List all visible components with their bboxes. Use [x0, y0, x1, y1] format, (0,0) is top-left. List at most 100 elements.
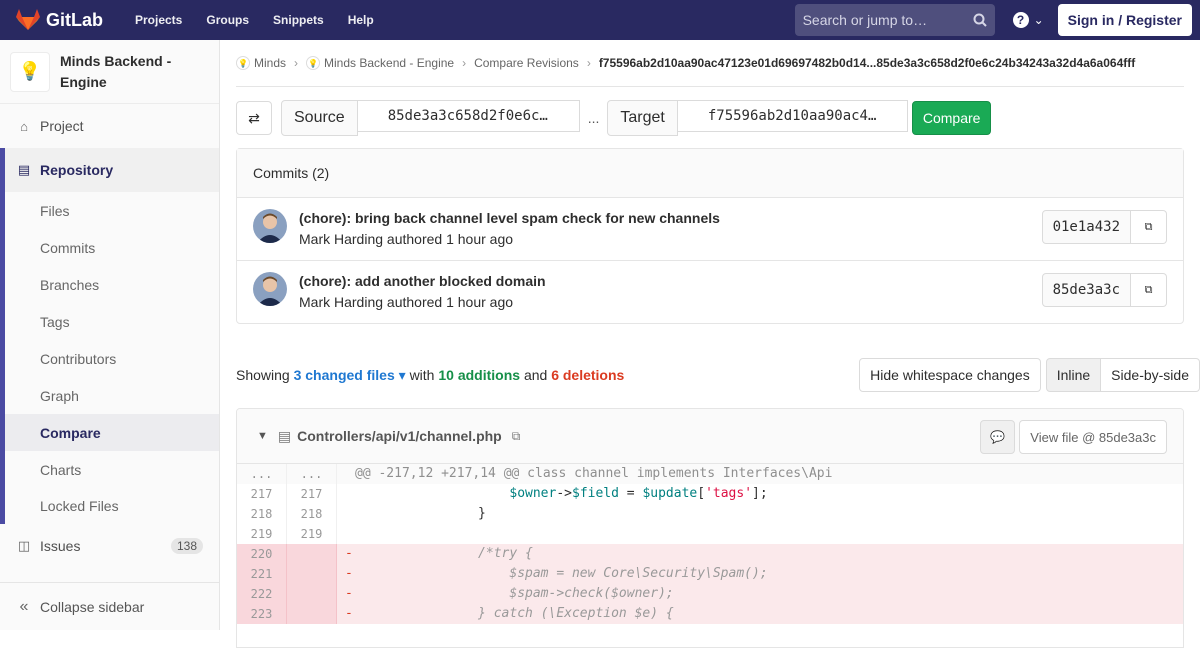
- hide-whitespace-button[interactable]: Hide whitespace changes: [859, 358, 1041, 392]
- breadcrumb-group[interactable]: 💡 Minds: [236, 56, 286, 70]
- line-code: - /*try {: [345, 546, 533, 561]
- project-header[interactable]: 💡 Minds Backend - Engine: [0, 40, 219, 104]
- line-number-old[interactable]: 223: [237, 604, 287, 624]
- sidebar-item-label: Project: [40, 118, 84, 134]
- chevron-right-icon: ›: [586, 56, 591, 70]
- copy-sha-button[interactable]: ⧉: [1131, 273, 1167, 307]
- comment-button[interactable]: 💬: [980, 420, 1016, 454]
- diff-line-removed: 220 - /*try {: [237, 544, 1183, 564]
- sidebar-item-compare[interactable]: Compare: [5, 414, 219, 451]
- file-path[interactable]: Controllers/api/v1/channel.php: [297, 428, 502, 444]
- target-ref-dropdown[interactable]: f75596ab2d10aa90ac4…: [677, 100, 908, 132]
- line-number-old[interactable]: 221: [237, 564, 287, 584]
- line-code: $owner->$field = $update['tags'];: [509, 486, 768, 501]
- chevron-right-icon: ›: [462, 56, 467, 70]
- view-file-button[interactable]: View file @ 85de3a3c: [1019, 420, 1167, 454]
- commit-author[interactable]: Mark Harding: [299, 231, 383, 247]
- line-number-old[interactable]: 220: [237, 544, 287, 564]
- home-icon: ⌂: [20, 118, 28, 134]
- search-placeholder: Search or jump to…: [802, 12, 928, 28]
- swap-revisions-button[interactable]: ⇄: [236, 101, 272, 135]
- line-number-new[interactable]: ...: [287, 464, 337, 484]
- sidebar-item-contributors[interactable]: Contributors: [5, 340, 219, 377]
- diff-line-context: 218 218 }: [237, 504, 1183, 524]
- commit-title[interactable]: (chore): add another blocked domain: [299, 273, 546, 289]
- line-code: - $spam = new Core\Security\Spam();: [345, 566, 768, 581]
- breadcrumb-current[interactable]: f75596ab2d10aa90ac47123e01d69697482b0d14…: [599, 56, 1135, 70]
- sidebar-item-label: Repository: [40, 162, 114, 178]
- swap-icon: ⇄: [248, 109, 260, 126]
- line-code: - $spam->check($owner);: [345, 586, 674, 601]
- changed-files-dropdown[interactable]: 3 changed files ▾: [294, 367, 406, 384]
- search-input[interactable]: Search or jump to…: [794, 4, 995, 36]
- line-number-new[interactable]: [287, 604, 337, 624]
- sidebar-item-locked-files[interactable]: Locked Files: [5, 488, 219, 524]
- copy-icon[interactable]: ⧉: [512, 429, 521, 444]
- caret-down-icon: ▾: [398, 366, 406, 383]
- breadcrumb-project[interactable]: 💡 Minds Backend - Engine: [306, 56, 454, 70]
- line-number-old[interactable]: ...: [237, 464, 287, 484]
- changed-files-label: 3 changed files: [293, 366, 395, 383]
- commit-sha[interactable]: 85de3a3c: [1041, 273, 1131, 307]
- source-ref-dropdown[interactable]: 85de3a3c658d2f0e6c…: [357, 100, 580, 132]
- line-number-old[interactable]: 219: [237, 524, 287, 544]
- side-by-side-button[interactable]: Side-by-side: [1101, 358, 1200, 392]
- compare-form: ⇄ Source 85de3a3c658d2f0e6c… ... Target …: [236, 100, 992, 136]
- sidebar-item-project[interactable]: ⌂ Project: [0, 104, 219, 148]
- issues-icon: ◫: [17, 538, 31, 553]
- nav-projects[interactable]: Projects: [123, 13, 194, 27]
- copy-sha-button[interactable]: ⧉: [1131, 210, 1167, 244]
- commit-author[interactable]: Mark Harding: [299, 294, 383, 310]
- sidebar-item-issues[interactable]: ◫ Issues 138: [0, 524, 219, 568]
- commit-meta: Mark Harding authored 1 hour ago: [299, 294, 513, 310]
- sidebar-item-repository[interactable]: ▤ Repository: [5, 148, 219, 192]
- nav-groups[interactable]: Groups: [194, 13, 261, 27]
- line-number-old[interactable]: 218: [237, 504, 287, 524]
- sidebar-item-graph[interactable]: Graph: [5, 377, 219, 414]
- author-avatar[interactable]: [253, 209, 287, 243]
- sidebar-item-files[interactable]: Files: [5, 192, 219, 229]
- line-number-old[interactable]: 222: [237, 584, 287, 604]
- diff-line-removed: 223 - } catch (\Exception $e) {: [237, 604, 1183, 624]
- diff-hunk-header: ... ... @@ -217,12 +217,14 @@ class chan…: [237, 464, 1183, 484]
- double-chevron-left-icon: «: [19, 597, 29, 615]
- caret-down-icon[interactable]: ▼: [257, 430, 268, 442]
- commit-meta: Mark Harding authored 1 hour ago: [299, 231, 513, 247]
- commit-row: (chore): add another blocked domain Mark…: [237, 261, 1183, 324]
- help-dropdown[interactable]: ? ⌄: [1012, 12, 1044, 28]
- commit-sha[interactable]: 01e1a432: [1041, 210, 1131, 244]
- line-number-new[interactable]: [287, 584, 337, 604]
- diff-view-controls: Hide whitespace changes Inline Side-by-s…: [859, 358, 1200, 392]
- line-number-old[interactable]: 217: [237, 484, 287, 504]
- brand-name: GitLab: [46, 9, 103, 30]
- copy-icon: ⧉: [1144, 283, 1153, 296]
- gitlab-logo[interactable]: GitLab: [16, 9, 103, 31]
- sign-in-button[interactable]: Sign in / Register: [1057, 4, 1192, 36]
- target-label: Target: [607, 100, 678, 136]
- collapse-sidebar-button[interactable]: « Collapse sidebar: [0, 582, 219, 630]
- compare-button[interactable]: Compare: [911, 101, 992, 135]
- and-label: and: [523, 367, 548, 383]
- inline-view-button[interactable]: Inline: [1045, 358, 1102, 392]
- line-number-new[interactable]: [287, 544, 337, 564]
- sidebar-item-charts[interactable]: Charts: [5, 451, 219, 488]
- nav-help[interactable]: Help: [336, 13, 386, 27]
- sidebar-item-tags[interactable]: Tags: [5, 303, 219, 340]
- diff-file-header: ▼ ▤ Controllers/api/v1/channel.php ⧉ 💬 V…: [237, 409, 1183, 464]
- sidebar-repository-section: ▤ Repository Files Commits Branches Tags…: [0, 148, 219, 524]
- line-number-new[interactable]: [287, 564, 337, 584]
- sidebar-item-branches[interactable]: Branches: [5, 266, 219, 303]
- nav-snippets[interactable]: Snippets: [261, 13, 336, 27]
- breadcrumb-page[interactable]: Compare Revisions: [474, 56, 579, 70]
- comment-icon: 💬: [990, 430, 1006, 444]
- line-number-new[interactable]: 217: [287, 484, 337, 504]
- sidebar-item-commits[interactable]: Commits: [5, 229, 219, 266]
- chevron-down-icon: ⌄: [1033, 13, 1044, 27]
- commits-header: Commits (2): [237, 149, 1183, 198]
- line-number-new[interactable]: 219: [287, 524, 337, 544]
- author-avatar[interactable]: [253, 272, 287, 306]
- line-number-new[interactable]: 218: [287, 504, 337, 524]
- breadcrumb: 💡 Minds › 💡 Minds Backend - Engine › Com…: [236, 40, 1184, 87]
- commit-title[interactable]: (chore): bring back channel level spam c…: [299, 210, 720, 226]
